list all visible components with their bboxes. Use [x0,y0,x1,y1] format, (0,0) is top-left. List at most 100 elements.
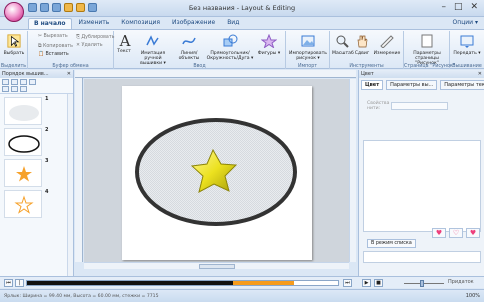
properties-header: Цвет ✕ [359,70,484,78]
sewing-order-item-2[interactable] [4,128,42,156]
tab-text-attributes[interactable]: Параметры текс... [440,80,484,90]
minimize-button[interactable]: – [441,2,446,12]
tab-image[interactable]: Изображение [167,18,220,29]
figures-button[interactable]: Фигуры ▾ [256,33,282,56]
select-button[interactable]: Выбрать [1,34,27,56]
measure-button[interactable]: Измерение [373,34,401,56]
manual-stitch-button[interactable]: Имитация ручной вышивки ▾ [133,34,173,66]
paste-button[interactable]: 📋 Вставить [38,52,69,57]
ribbon: Выбрать Выделить ✂ Вырезать ⎘ Дублироват… [0,29,484,69]
properties-panel: Цвет ✕ Цвет Параметры вы... Параметры те… [358,70,484,287]
sewing-order-item-4[interactable] [4,190,42,218]
order-tool-icon[interactable] [29,79,36,85]
close-button[interactable]: ✕ [470,2,478,12]
transfer-button[interactable]: Передать ▾ [452,34,482,56]
import-image-icon [301,35,315,47]
sewing-order-item-3[interactable] [4,159,42,187]
line-icon [182,37,196,45]
window-title: Без названия - Layout & Editing [188,4,296,12]
ribbon-tabs: В начало Изменить Композиция Изображение… [28,18,244,29]
tab-color[interactable]: Цвет [361,80,384,90]
delete-button[interactable]: ✕ Удалить [76,43,103,48]
heart-icon[interactable]: ♥ [466,228,480,238]
stitch-progress-bar[interactable] [26,280,339,286]
star-outline-thumbnail [14,195,34,214]
thread-property-dropdown[interactable] [391,102,448,110]
magnifier-icon [336,35,349,48]
order-tool-icon[interactable] [11,79,18,85]
star-filled-thumbnail [16,166,32,182]
canvas-horizontal-scrollbar[interactable] [84,262,349,269]
embroidery-design[interactable] [122,86,312,260]
tab-layout[interactable]: Композиция [116,18,165,29]
title-bar: Без названия - Layout & Editing – □ ✕ [0,0,484,22]
sewing-order-scrollbar[interactable] [67,94,73,287]
thread-property-label: Свойства нити: [367,101,390,111]
design-page[interactable] [122,86,312,260]
copy-button[interactable]: ⧉ Копировать [38,43,73,49]
step-back-button[interactable]: | [15,279,24,287]
horizontal-ruler [75,70,356,78]
ribbon-group-input: A Текст Имитация ручной вышивки ▾ Линия/… [114,31,286,69]
go-end-button[interactable]: ⏭ [343,279,352,287]
maximize-button[interactable]: □ [454,2,463,12]
order-tool-icon[interactable] [20,86,27,92]
arrow-cursor-icon [7,34,21,48]
star-shape-icon [260,33,278,49]
zoom-level[interactable]: 100% [466,293,480,299]
sewing-order-panel: Порядок вышив... ✕ 1 2 3 4 [0,70,74,287]
tab-view[interactable]: Вид [222,18,244,29]
order-tool-icon[interactable] [2,79,9,85]
import-picture-button[interactable]: Импортировать рисунок ▾ [289,34,327,61]
fit-label: Придаток [448,279,474,285]
canvas-vertical-scrollbar[interactable] [349,79,356,262]
panel-close-icon[interactable]: ✕ [67,71,71,77]
order-tool-icon[interactable] [11,86,18,92]
progress-tail [233,281,294,285]
shapes-button[interactable]: Прямоугольник/ Окружность/Дуга ▾ [206,34,254,61]
page-settings-button[interactable]: Параметры страницы "Рисунок" [406,34,448,66]
properties-tabs: Цвет Параметры вы... Параметры текс... [361,80,484,90]
move-button[interactable]: Сдвиг [353,34,371,56]
page-settings-icon [421,34,433,48]
ribbon-group-select: Выбрать Выделить [0,31,28,69]
design-canvas[interactable] [84,79,349,262]
speed-slider-thumb[interactable] [420,280,424,287]
color-swatch-row [363,251,481,263]
heart-icon[interactable]: ♥ [432,228,446,238]
progress-fill [27,281,233,285]
stitch-player: ⏮ | ⏭ ▶ ■ Придаток [0,276,484,288]
text-button[interactable]: A Текст [117,32,131,55]
play-button[interactable]: ▶ [362,279,371,287]
options-menu[interactable]: Опции ▾ [453,19,478,26]
vertical-ruler [75,78,83,262]
sewing-order-item-1[interactable] [4,97,42,125]
ribbon-group-transfer: Передать ▾ Вышивание [450,31,484,69]
sewing-order-toolbar [0,78,73,94]
text-icon: A [119,32,131,50]
order-tool-icon[interactable] [2,86,9,92]
ribbon-group-clipboard: ✂ Вырезать ⎘ Дублировать ⧉ Копировать ✕ … [28,31,114,69]
list-mode-button[interactable]: В режим списка [367,239,416,248]
thread-color-list[interactable] [363,140,481,232]
line-button[interactable]: Линия/объекты [174,34,204,61]
panel-close-icon[interactable]: ✕ [478,71,482,77]
ellipse-outline-thumbnail [8,135,40,153]
tab-home[interactable]: В начало [28,18,72,29]
speed-slider[interactable] [404,280,444,287]
favorite-colors: ♥ ♡ ♥ [432,228,480,238]
cut-button[interactable]: ✂ Вырезать [38,34,68,39]
horizontal-scroll-thumb[interactable] [199,264,235,269]
status-bar: Ярлык: Ширина = 99.40 мм, Высота = 60.00… [0,289,484,302]
tab-sewing-attributes[interactable]: Параметры вы... [386,80,438,90]
tab-edit[interactable]: Изменить [74,18,115,29]
heart-icon[interactable]: ♡ [449,228,463,238]
zoom-button[interactable]: Масштаб [332,34,354,56]
shapes-icon [223,34,238,47]
hand-icon [357,35,368,48]
manual-stitch-icon [146,35,159,46]
order-tool-icon[interactable] [20,79,27,85]
duplicate-button[interactable]: ⎘ Дублировать [76,34,114,40]
go-start-button[interactable]: ⏮ [4,279,13,287]
stop-button[interactable]: ■ [374,279,383,287]
